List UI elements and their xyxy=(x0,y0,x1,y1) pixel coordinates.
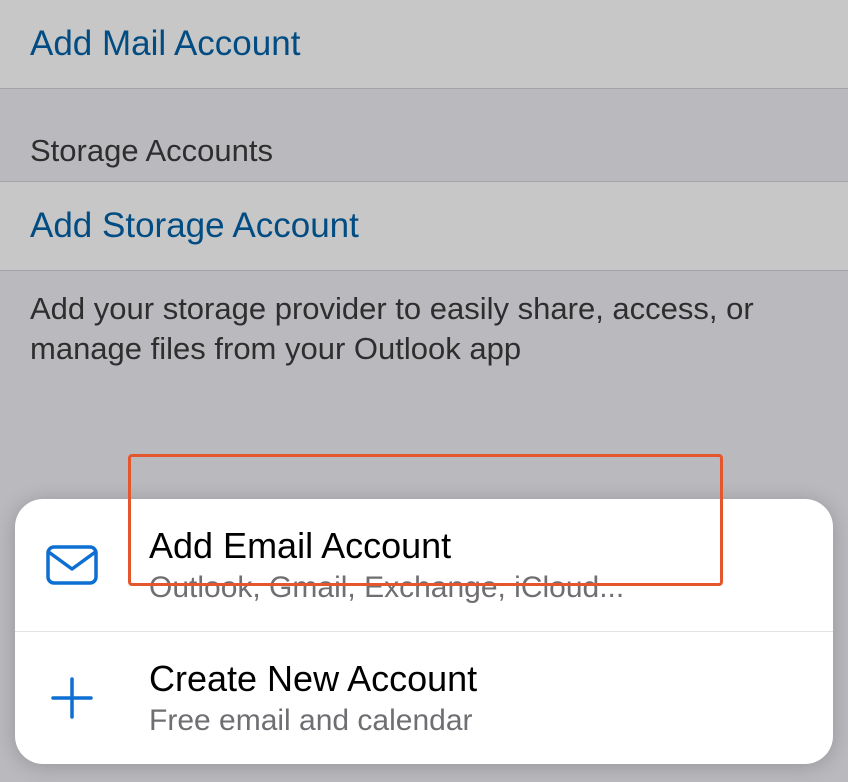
create-account-subtitle: Free email and calendar xyxy=(149,704,803,738)
add-email-account-option[interactable]: Add Email Account Outlook, Gmail, Exchan… xyxy=(15,499,833,632)
plus-icon xyxy=(45,671,99,725)
add-email-subtitle: Outlook, Gmail, Exchange, iCloud... xyxy=(149,571,803,605)
action-sheet: Add Email Account Outlook, Gmail, Exchan… xyxy=(15,499,833,764)
add-email-title: Add Email Account xyxy=(149,525,803,567)
mail-icon xyxy=(45,538,99,592)
create-new-account-option[interactable]: Create New Account Free email and calend… xyxy=(15,632,833,764)
create-account-title: Create New Account xyxy=(149,658,803,700)
